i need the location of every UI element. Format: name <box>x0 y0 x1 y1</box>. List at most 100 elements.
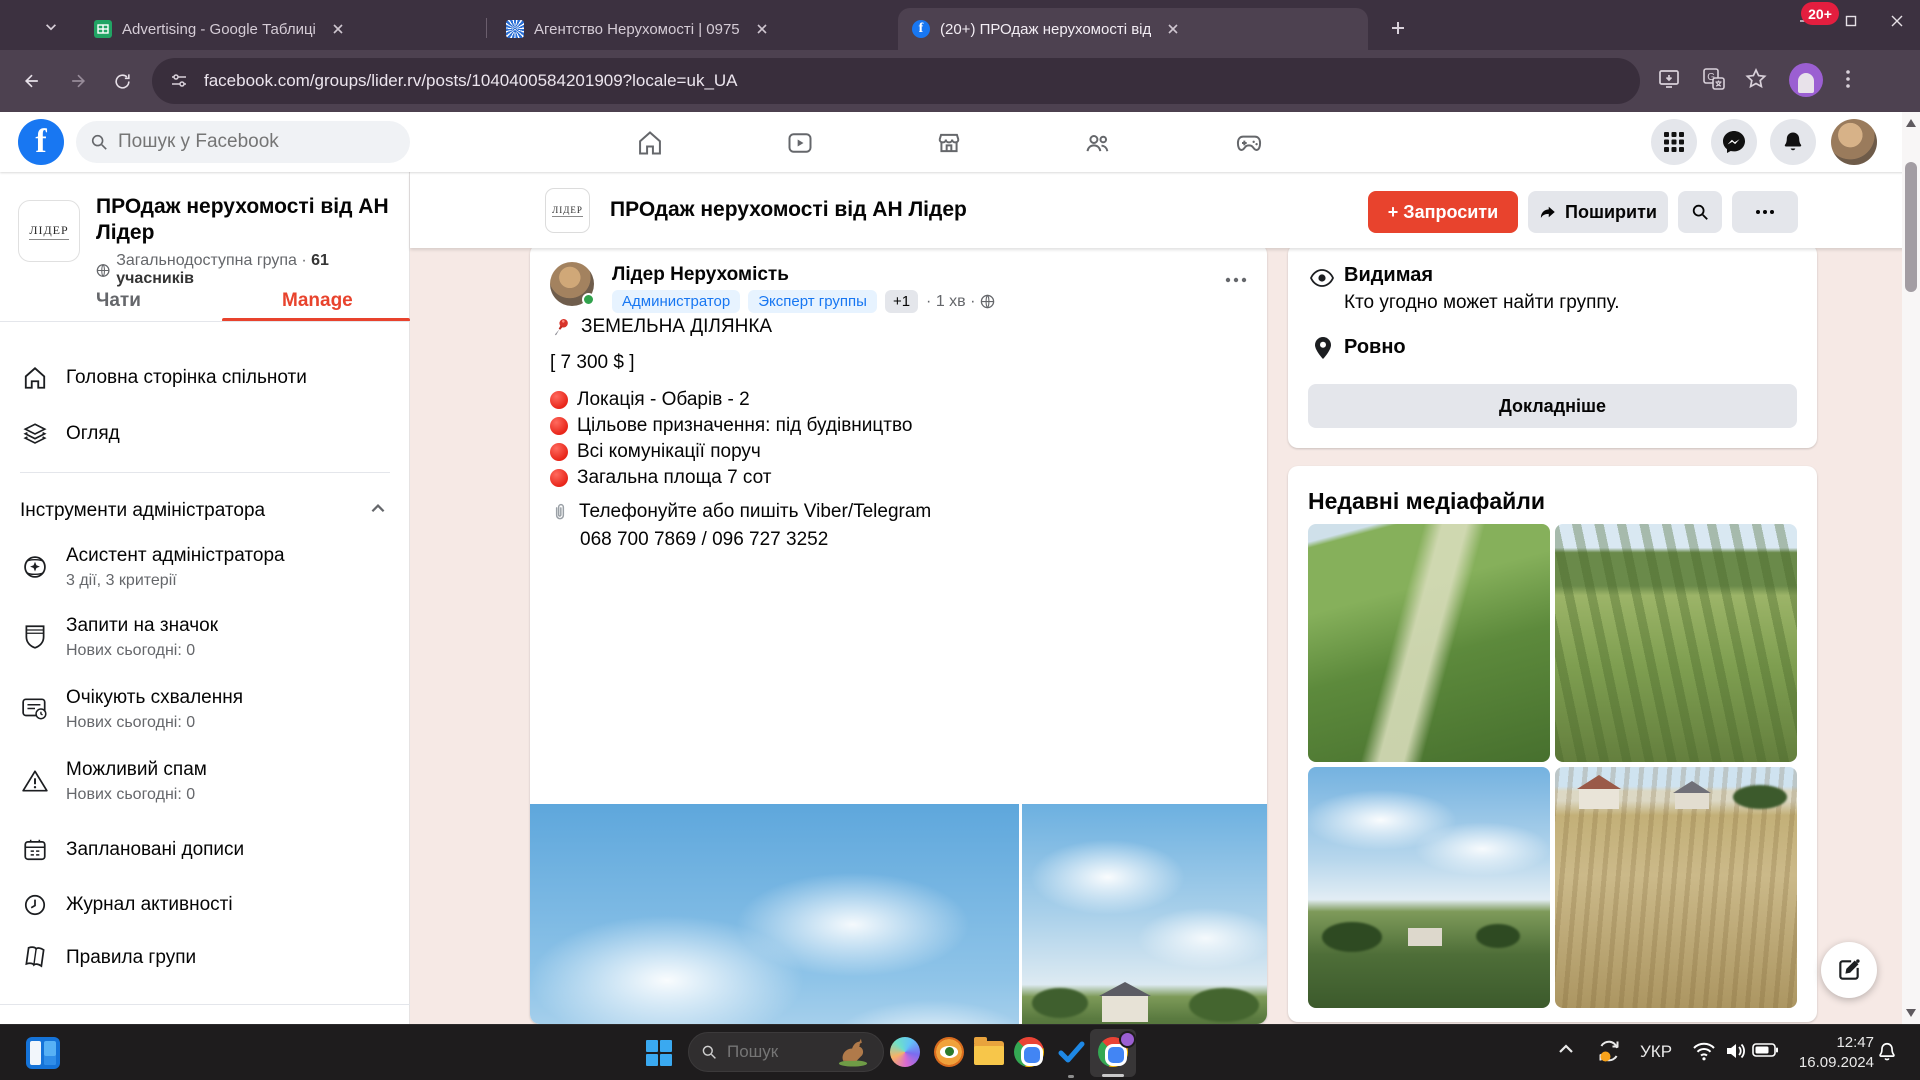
sidebar-item-pending-approval[interactable]: Очікують схвалення Нових сьогодні: 0 <box>0 682 410 736</box>
post-phones-line[interactable]: 068 700 7869 / 096 727 3252 <box>580 529 828 551</box>
group-title[interactable]: ПРОдаж нерухомості від АН Лідер <box>96 194 396 246</box>
nav-marketplace-icon[interactable] <box>917 128 981 158</box>
bookmark-star-icon[interactable] <box>1744 67 1768 91</box>
notifications-bell-icon[interactable] <box>1770 119 1816 165</box>
copilot-icon[interactable] <box>890 1037 922 1069</box>
post-time[interactable]: · 1 хв · <box>926 293 975 311</box>
red-dot-icon <box>550 443 568 461</box>
media-photo-4[interactable] <box>1555 767 1797 1008</box>
nav-watch-icon[interactable] <box>768 128 832 158</box>
facebook-icon: f <box>912 20 930 38</box>
group-logo[interactable]: ЛІДЕР <box>18 200 80 262</box>
media-photo-2[interactable] <box>1555 524 1797 762</box>
location-pin-icon <box>1315 337 1331 359</box>
browser-menu-icon[interactable] <box>1838 67 1858 91</box>
taskbar-clock[interactable]: 12:47 16.09.2024 <box>1782 1033 1874 1073</box>
scroll-down-arrow[interactable] <box>1902 1004 1920 1022</box>
back-button[interactable] <box>14 63 50 99</box>
facebook-logo[interactable]: f <box>18 119 64 165</box>
group-meta-prefix: Загальнодоступна група · <box>116 252 312 269</box>
sidebar-item-badge-requests[interactable]: Запити на значок Нових сьогодні: 0 <box>0 610 410 664</box>
ellipsis-icon <box>1756 210 1774 214</box>
page-scrollbar[interactable] <box>1902 112 1920 1024</box>
nav-gaming-icon[interactable] <box>1217 128 1281 158</box>
browser-profile-avatar[interactable] <box>1789 63 1823 97</box>
sidebar-item-overview[interactable]: Огляд <box>0 412 410 456</box>
media-photo-1[interactable] <box>1308 524 1550 762</box>
reload-button[interactable] <box>104 63 140 99</box>
extra-badge[interactable]: +1 <box>884 290 919 313</box>
search-highlight-image[interactable] <box>835 1037 871 1067</box>
new-tab-button[interactable] <box>1384 14 1412 42</box>
taskbar-search[interactable] <box>688 1032 884 1072</box>
group-more-button[interactable] <box>1732 191 1798 233</box>
post-author-name[interactable]: Лідер Нерухомість <box>612 264 789 286</box>
close-button[interactable] <box>1874 0 1920 42</box>
post-photo-1[interactable] <box>530 804 1019 1024</box>
group-logo[interactable]: ЛІДЕР <box>545 188 590 233</box>
tab-search-button[interactable] <box>32 12 70 42</box>
tab-close-icon[interactable] <box>752 19 772 39</box>
details-button[interactable]: Докладніше <box>1308 384 1797 428</box>
tab-close-icon[interactable] <box>1163 19 1183 39</box>
role-badge-admin[interactable]: Администратор <box>612 290 741 313</box>
address-bar[interactable]: facebook.com/groups/lider.rv/posts/10404… <box>152 58 1640 104</box>
group-search-button[interactable] <box>1678 191 1722 233</box>
install-app-icon[interactable] <box>1657 67 1681 91</box>
sidebar-item-scheduled-posts[interactable]: Заплановані дописи <box>0 830 410 870</box>
messenger-icon[interactable] <box>1711 119 1757 165</box>
notifications-icon[interactable] <box>1876 1041 1898 1063</box>
compose-post-button[interactable] <box>1821 942 1877 998</box>
chrome-icon[interactable] <box>1014 1037 1046 1069</box>
eye-app-icon[interactable] <box>934 1037 966 1069</box>
post-menu-button[interactable] <box>1218 262 1254 298</box>
profile-avatar[interactable] <box>1831 119 1877 165</box>
wifi-icon[interactable] <box>1692 1041 1716 1061</box>
bullet-text: Локація - Обарів - 2 <box>577 389 750 410</box>
collapse-section-button[interactable] <box>369 500 387 518</box>
translate-icon[interactable]: G <box>1702 67 1726 91</box>
share-button[interactable]: Поширити <box>1528 191 1668 233</box>
facebook-search[interactable] <box>76 121 410 163</box>
sync-status-icon[interactable] <box>1596 1038 1622 1064</box>
sidebar-item-sub: Нових сьогодні: 0 <box>66 785 196 803</box>
tab-google-sheets[interactable]: Advertising - Google Таблиці <box>80 8 480 50</box>
apps-menu-icon[interactable] <box>1651 119 1697 165</box>
site-info-icon[interactable] <box>170 72 188 90</box>
sidebar-tab-manage[interactable]: Manage <box>282 290 353 312</box>
file-explorer-icon[interactable] <box>974 1037 1006 1069</box>
role-badge-expert[interactable]: Эксперт группы <box>748 290 877 313</box>
bullet-text: Загальна площа 7 сот <box>577 467 772 488</box>
scrollbar-thumb[interactable] <box>1905 162 1917 292</box>
sidebar-item-possible-spam[interactable]: Можливий спам Нових сьогодні: 0 <box>0 754 410 808</box>
taskbar-search-input[interactable] <box>727 1042 823 1062</box>
battery-icon[interactable] <box>1752 1043 1778 1057</box>
sidebar-item-activity-log[interactable]: Журнал активності <box>0 885 410 925</box>
divider <box>20 472 390 473</box>
forward-button[interactable] <box>60 63 96 99</box>
tray-chevron-up-icon[interactable] <box>1558 1043 1574 1055</box>
tab-title: Агентство Нерухомості | 0975 <box>534 20 740 38</box>
media-photo-3[interactable] <box>1308 767 1550 1008</box>
start-button[interactable] <box>646 1040 672 1066</box>
sidebar-item-group-rules[interactable]: Правила групи <box>0 938 410 978</box>
nav-home-icon[interactable] <box>618 128 682 158</box>
volume-icon[interactable] <box>1724 1041 1748 1061</box>
tab-close-icon[interactable] <box>328 19 348 39</box>
sidebar-tab-chats[interactable]: Чати <box>96 290 141 312</box>
invite-button[interactable]: + Запросити <box>1368 191 1518 233</box>
widgets-icon[interactable] <box>26 1037 60 1069</box>
todo-check-icon[interactable] <box>1056 1037 1088 1069</box>
post-bullet-line: Загальна площа 7 сот <box>550 467 772 489</box>
nav-groups-icon[interactable] <box>1066 128 1130 158</box>
sidebar-item-community-home[interactable]: Головна сторінка спільноти <box>0 356 410 400</box>
badge-shield-icon <box>18 623 52 651</box>
language-indicator[interactable]: УКР <box>1640 1042 1672 1062</box>
facebook-search-input[interactable] <box>118 131 368 153</box>
tab-facebook-active[interactable]: f (20+) ПРОдаж нерухомості від <box>898 8 1368 50</box>
post-card: Лідер Нерухомість Администратор Эксперт … <box>530 244 1267 1024</box>
tab-agency[interactable]: Агентство Нерухомості | 0975 <box>492 8 892 50</box>
sidebar-item-admin-assistant[interactable]: Асистент адміністратора 3 дії, 3 критері… <box>0 540 410 594</box>
post-photo-2[interactable] <box>1022 804 1267 1024</box>
scroll-up-arrow[interactable] <box>1902 114 1920 132</box>
